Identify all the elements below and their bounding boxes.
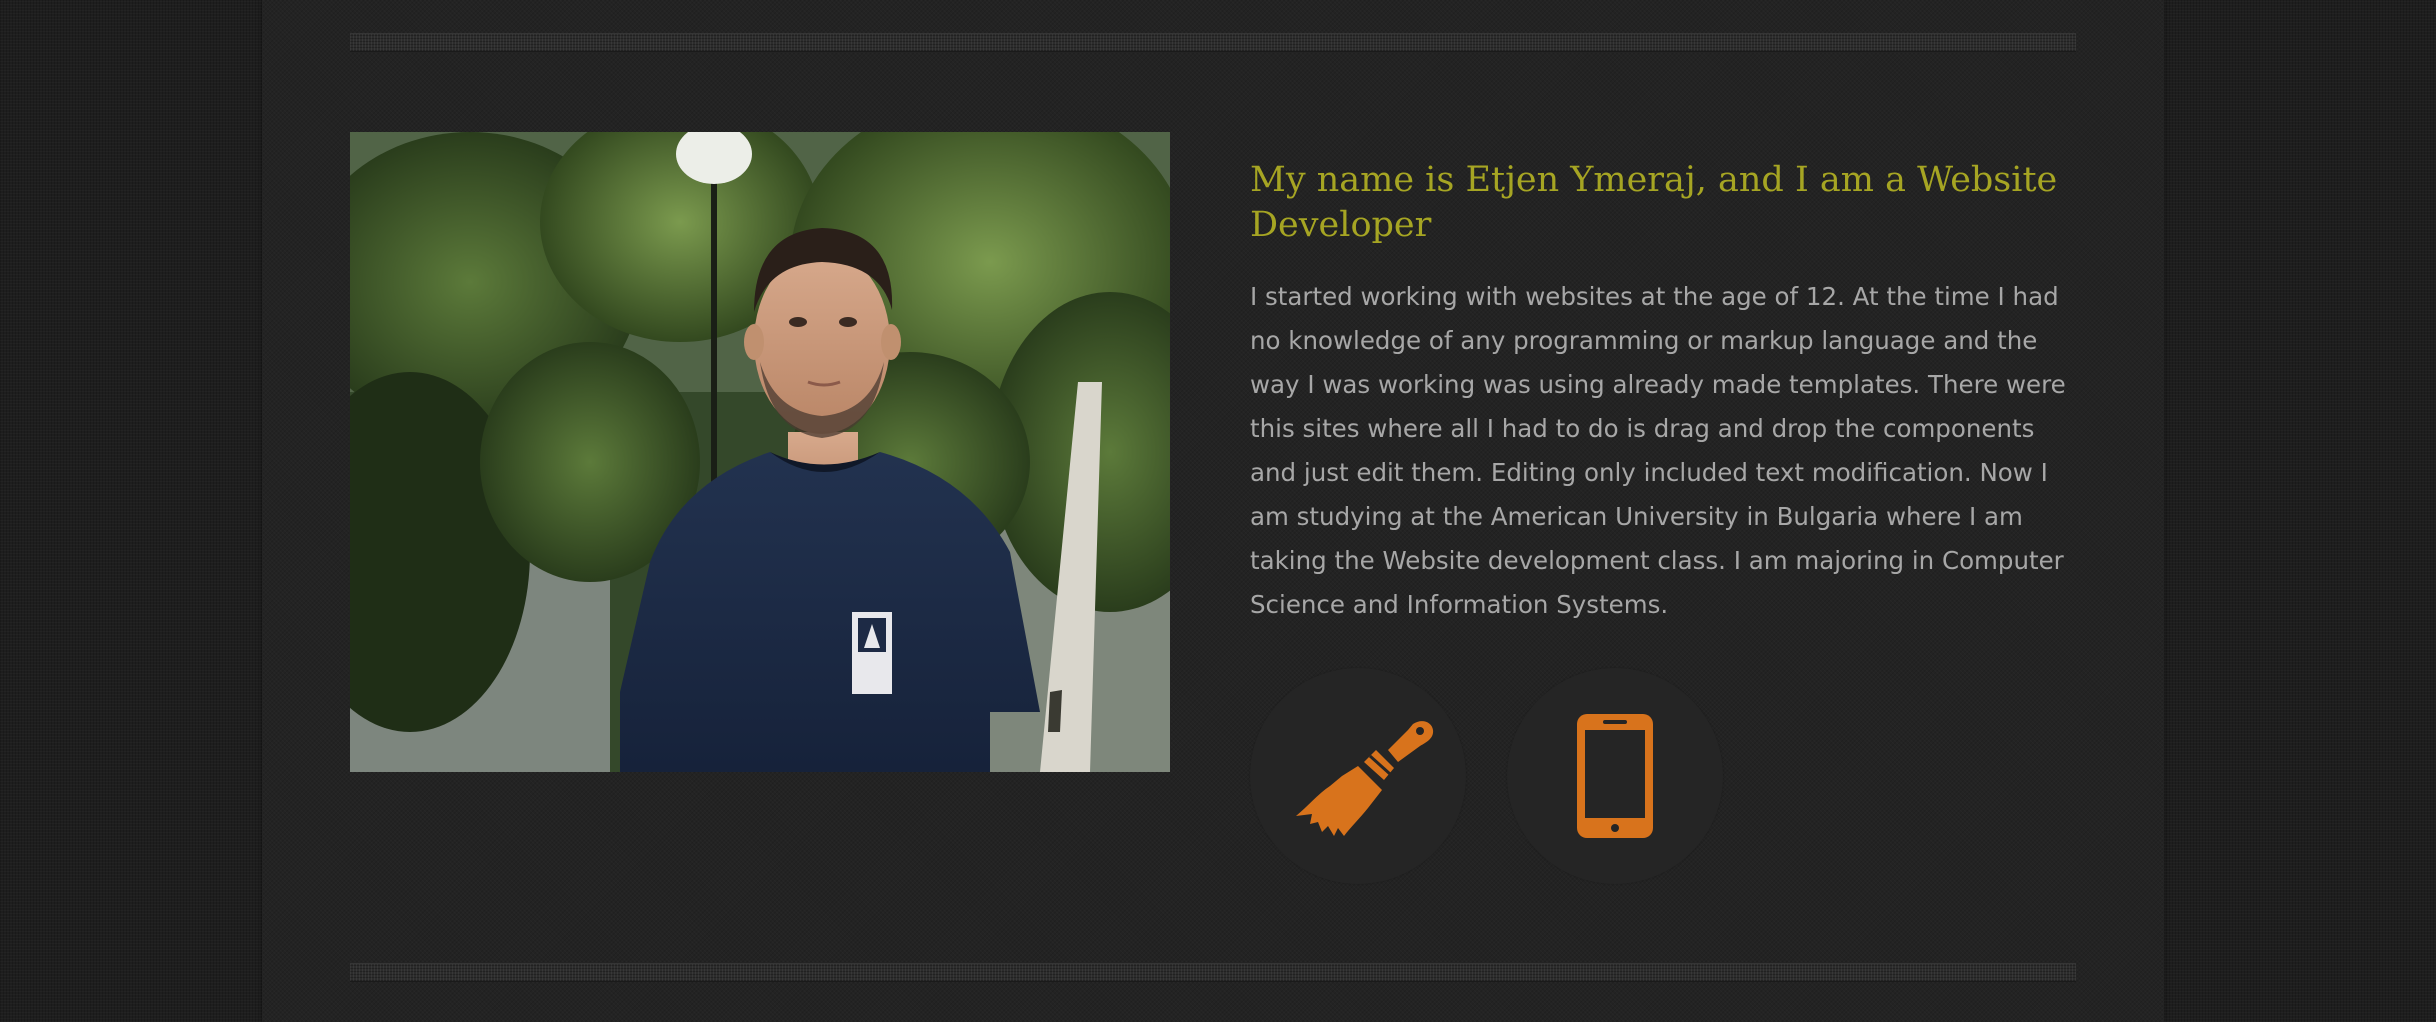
paintbrush-icon bbox=[1296, 721, 1434, 836]
skill-design-badge bbox=[1250, 668, 1466, 884]
bottom-divider bbox=[350, 963, 2076, 982]
profile-photo bbox=[350, 132, 1170, 772]
top-divider bbox=[350, 33, 2076, 52]
smartphone-icon bbox=[1577, 714, 1653, 838]
skill-mobile-badge bbox=[1507, 668, 1723, 884]
about-paragraph: I started working with websites at the a… bbox=[1250, 282, 2066, 619]
about-heading: My name is Etjen Ymeraj, and I am a Webs… bbox=[1250, 160, 2058, 245]
